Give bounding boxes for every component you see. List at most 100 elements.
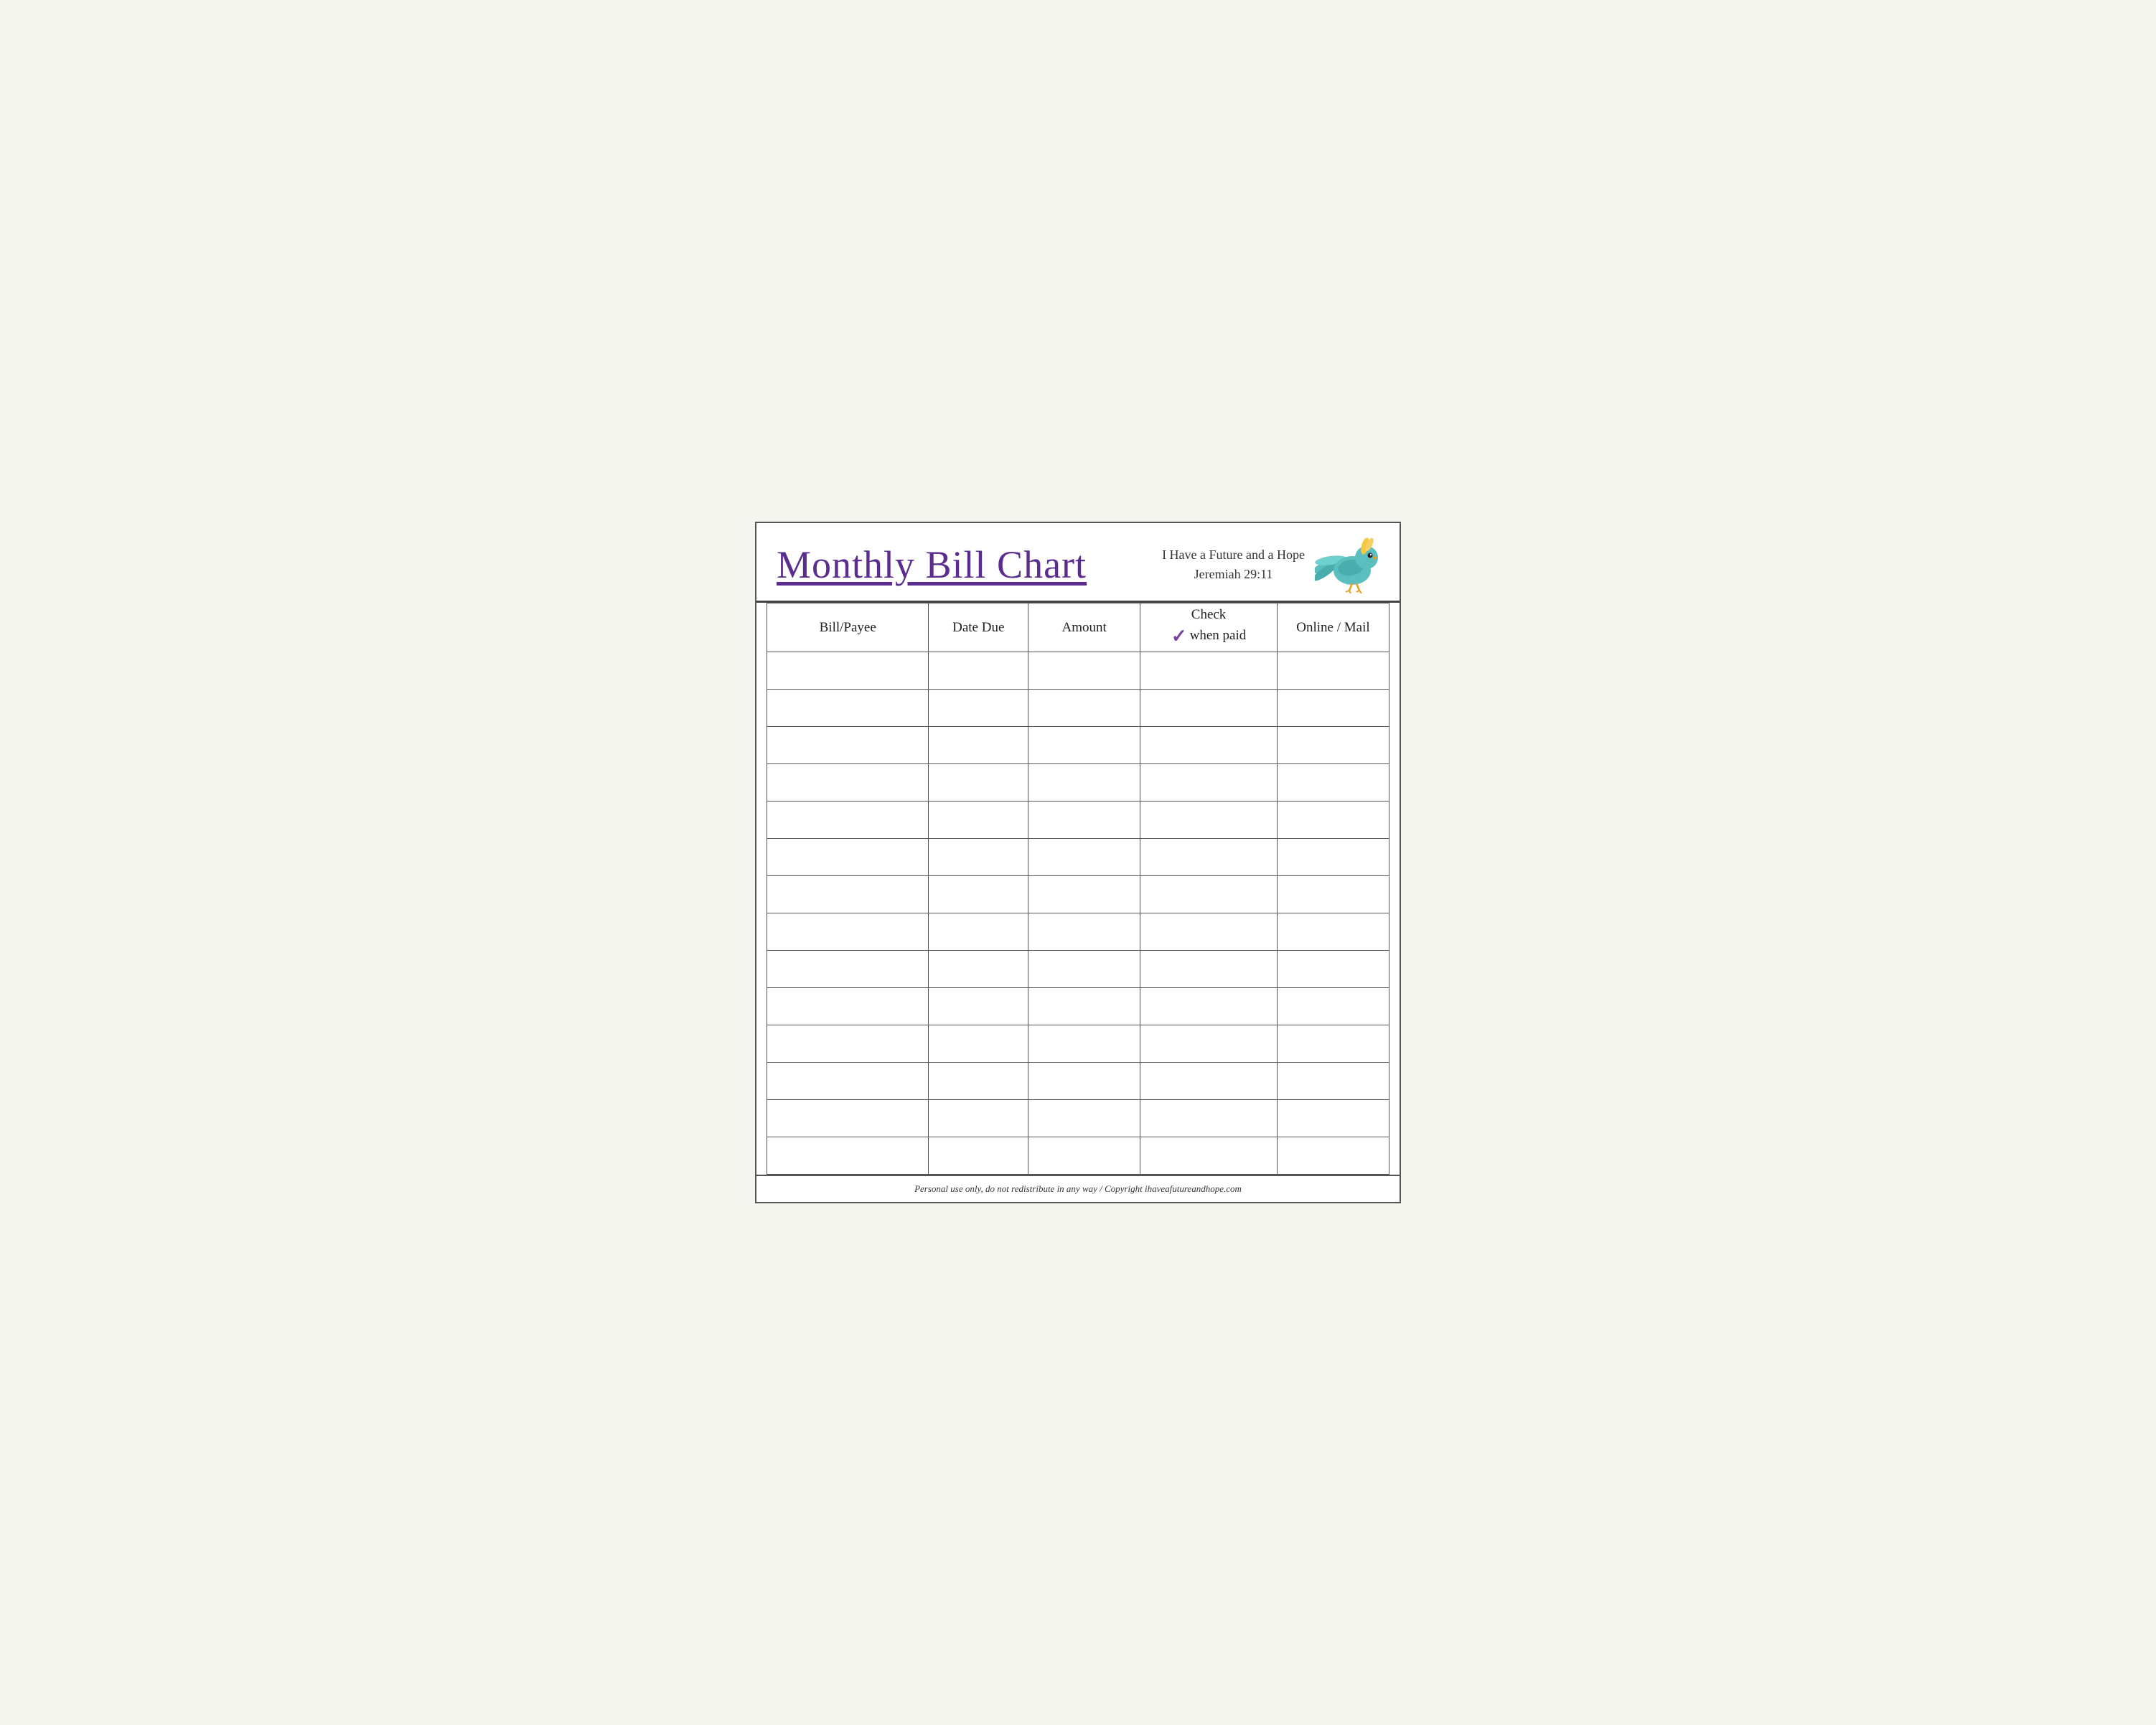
col-online-mail: Online / Mail <box>1277 603 1389 652</box>
table-cell <box>1277 690 1389 727</box>
table-cell <box>1140 802 1278 839</box>
table-cell <box>929 1100 1028 1137</box>
table-cell <box>1277 727 1389 764</box>
table-cell <box>767 1137 929 1175</box>
table-cell <box>1028 802 1140 839</box>
verse-line1: I Have a Future and a Hope <box>1162 545 1305 565</box>
table-cell <box>1028 1025 1140 1063</box>
table-cell <box>929 764 1028 802</box>
table-cell <box>767 951 929 988</box>
table-cell <box>1277 802 1389 839</box>
page-title: Monthly Bill Chart <box>777 542 1087 587</box>
checkmark-icon: ✓ <box>1171 624 1187 649</box>
table-cell <box>1140 727 1278 764</box>
page: Monthly Bill Chart I Have a Future and a… <box>755 522 1401 1203</box>
table-cell <box>1028 727 1140 764</box>
table-cell <box>1140 1100 1278 1137</box>
table-cell <box>1028 951 1140 988</box>
table-cell <box>1028 764 1140 802</box>
table-cell <box>1140 951 1278 988</box>
table-row <box>767 1137 1389 1175</box>
table-cell <box>929 839 1028 876</box>
table-row <box>767 951 1389 988</box>
table-cell <box>1140 913 1278 951</box>
table-cell <box>1140 876 1278 913</box>
table-wrapper: Bill/Payee Date Due Amount Check ✓ w <box>756 603 1400 1175</box>
col-check-when-paid: Check ✓ when paid <box>1140 603 1278 652</box>
table-row <box>767 727 1389 764</box>
table-cell <box>767 727 929 764</box>
table-body <box>767 652 1389 1175</box>
table-cell <box>1277 1137 1389 1175</box>
table-cell <box>767 690 929 727</box>
table-row <box>767 690 1389 727</box>
table-row <box>767 876 1389 913</box>
table-cell <box>767 913 929 951</box>
table-cell <box>767 652 929 690</box>
table-cell <box>1028 1063 1140 1100</box>
table-header-row: Bill/Payee Date Due Amount Check ✓ w <box>767 603 1389 652</box>
footer-text: Personal use only, do not redistribute i… <box>914 1183 1242 1194</box>
table-cell <box>1028 913 1140 951</box>
table-cell <box>1028 839 1140 876</box>
table-cell <box>1277 951 1389 988</box>
table-row <box>767 1025 1389 1063</box>
table-cell <box>1140 1137 1278 1175</box>
header: Monthly Bill Chart I Have a Future and a… <box>756 523 1400 603</box>
table-cell <box>1277 876 1389 913</box>
table-cell <box>929 913 1028 951</box>
table-cell <box>1028 988 1140 1025</box>
col-amount: Amount <box>1028 603 1140 652</box>
table-cell <box>929 690 1028 727</box>
table-row <box>767 913 1389 951</box>
footer: Personal use only, do not redistribute i… <box>756 1175 1400 1202</box>
col-date-due: Date Due <box>929 603 1028 652</box>
table-row <box>767 839 1389 876</box>
table-cell <box>929 988 1028 1025</box>
table-cell <box>1028 1100 1140 1137</box>
verse: I Have a Future and a Hope Jeremiah 29:1… <box>1162 545 1305 584</box>
header-right: I Have a Future and a Hope Jeremiah 29:1… <box>1162 536 1379 593</box>
table-cell <box>1140 1025 1278 1063</box>
table-cell <box>929 1063 1028 1100</box>
table-cell <box>1028 652 1140 690</box>
table-cell <box>767 1025 929 1063</box>
table-cell <box>1140 690 1278 727</box>
table-cell <box>929 1025 1028 1063</box>
table-cell <box>1140 652 1278 690</box>
table-cell <box>767 764 929 802</box>
table-cell <box>767 839 929 876</box>
table-cell <box>1277 1063 1389 1100</box>
table-cell <box>1028 1137 1140 1175</box>
table-row <box>767 1063 1389 1100</box>
table-cell <box>1140 764 1278 802</box>
table-cell <box>767 988 929 1025</box>
table-cell <box>929 951 1028 988</box>
table-cell <box>1028 876 1140 913</box>
table-cell <box>929 876 1028 913</box>
bill-chart-table: Bill/Payee Date Due Amount Check ✓ w <box>767 603 1389 1175</box>
table-cell <box>929 727 1028 764</box>
table-row <box>767 988 1389 1025</box>
table-cell <box>1140 839 1278 876</box>
table-cell <box>1277 913 1389 951</box>
table-cell <box>929 802 1028 839</box>
table-cell <box>1277 1025 1389 1063</box>
table-cell <box>929 652 1028 690</box>
table-cell <box>1140 988 1278 1025</box>
table-cell <box>767 1100 929 1137</box>
table-cell <box>1277 764 1389 802</box>
table-cell <box>1277 1100 1389 1137</box>
table-cell <box>767 1063 929 1100</box>
check-header: Check ✓ when paid <box>1140 606 1277 648</box>
table-row <box>767 764 1389 802</box>
table-cell <box>1277 988 1389 1025</box>
table-row <box>767 1100 1389 1137</box>
table-cell <box>1277 652 1389 690</box>
table-cell <box>767 802 929 839</box>
table-cell <box>1028 690 1140 727</box>
table-cell <box>767 876 929 913</box>
table-cell <box>1277 839 1389 876</box>
table-cell <box>929 1137 1028 1175</box>
col-bill-payee: Bill/Payee <box>767 603 929 652</box>
